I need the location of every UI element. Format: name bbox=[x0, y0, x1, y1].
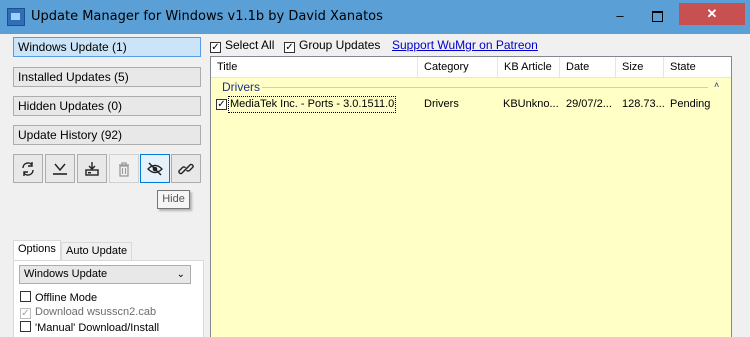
group-header-drivers[interactable]: Drivers bbox=[222, 80, 260, 94]
row-state: Pending bbox=[670, 98, 711, 110]
group-updates-label: Group Updates bbox=[299, 38, 381, 52]
install-button[interactable] bbox=[77, 154, 107, 183]
maximize-button[interactable] bbox=[642, 6, 672, 26]
title-bar[interactable]: Update Manager for Windows v1.1b by Davi… bbox=[0, 0, 750, 34]
delete-icon bbox=[119, 162, 129, 177]
column-category[interactable]: Category bbox=[418, 57, 498, 77]
row-checkbox[interactable]: ✓ bbox=[216, 99, 227, 110]
app-window: Update Manager for Windows v1.1b by Davi… bbox=[0, 0, 750, 337]
tab-auto-update[interactable]: Auto Update bbox=[61, 242, 133, 260]
patreon-link[interactable]: Support WuMgr on Patreon bbox=[392, 38, 538, 52]
offline-mode-label: Offline Mode bbox=[35, 292, 98, 304]
column-title[interactable]: Title bbox=[211, 57, 418, 77]
nav-installed-updates[interactable]: Installed Updates (5) bbox=[13, 67, 201, 87]
list-header: Title Category KB Article Date Size Stat… bbox=[211, 57, 731, 78]
row-date: 29/07/2... bbox=[566, 98, 612, 110]
app-icon bbox=[7, 8, 25, 26]
nav-hidden-updates[interactable]: Hidden Updates (0) bbox=[13, 96, 201, 116]
search-updates-button[interactable] bbox=[45, 154, 75, 183]
column-state[interactable]: State bbox=[664, 57, 731, 77]
group-updates-option[interactable]: ✓ Group Updates bbox=[284, 38, 380, 53]
refresh-button[interactable] bbox=[13, 154, 43, 183]
delete-button[interactable] bbox=[109, 154, 139, 183]
select-all-option[interactable]: ✓ Select All bbox=[210, 38, 274, 53]
close-button[interactable]: ✕ bbox=[679, 3, 745, 25]
row-size: 128.73... bbox=[622, 98, 665, 110]
select-all-checkbox[interactable]: ✓ bbox=[210, 42, 221, 53]
update-source-value: Windows Update bbox=[24, 268, 108, 280]
install-icon bbox=[85, 162, 99, 176]
link-icon bbox=[178, 163, 194, 175]
download-wsusscn2-checkbox: ✓ bbox=[20, 308, 31, 319]
download-wsusscn2-label: Download wsusscn2.cab bbox=[35, 306, 157, 318]
offline-mode-checkbox[interactable] bbox=[20, 291, 31, 302]
window-edge bbox=[732, 56, 750, 337]
row-kb-article: KBUnkno... bbox=[503, 98, 559, 110]
group-updates-checkbox[interactable]: ✓ bbox=[284, 42, 295, 53]
link-button[interactable] bbox=[171, 154, 201, 183]
tab-options[interactable]: Options bbox=[13, 240, 61, 261]
download-icon bbox=[53, 163, 67, 175]
select-all-label: Select All bbox=[225, 38, 275, 52]
refresh-icon bbox=[22, 162, 34, 176]
download-wsusscn2-option: ✓ Download wsusscn2.cab bbox=[20, 306, 156, 319]
chevron-down-icon: ⌄ bbox=[176, 269, 185, 280]
column-kb-article[interactable]: KB Article bbox=[498, 57, 560, 77]
maximize-icon bbox=[651, 11, 663, 23]
row-title: MediaTek Inc. - Ports - 3.0.1511.0 bbox=[228, 96, 397, 113]
nav-windows-update[interactable]: Windows Update (1) bbox=[13, 37, 201, 57]
offline-mode-option[interactable]: Offline Mode bbox=[20, 291, 97, 304]
row-category: Drivers bbox=[424, 98, 459, 110]
manual-download-label: 'Manual' Download/Install bbox=[35, 322, 160, 334]
update-source-select[interactable]: Windows Update ⌄ bbox=[19, 265, 191, 284]
column-date[interactable]: Date bbox=[560, 57, 616, 77]
table-row[interactable]: ✓ MediaTek Inc. - Ports - 3.0.1511.0 Dri… bbox=[212, 95, 730, 114]
minimize-button[interactable]: – bbox=[605, 6, 635, 26]
manual-download-checkbox[interactable] bbox=[20, 321, 31, 332]
hide-button[interactable] bbox=[140, 154, 170, 183]
hide-tooltip: Hide bbox=[157, 190, 190, 209]
collapse-icon[interactable]: ˄ bbox=[714, 80, 719, 90]
nav-update-history[interactable]: Update History (92) bbox=[13, 125, 201, 145]
hide-icon bbox=[147, 162, 163, 176]
group-divider bbox=[262, 87, 708, 88]
column-size[interactable]: Size bbox=[616, 57, 664, 77]
manual-download-option[interactable]: 'Manual' Download/Install bbox=[20, 321, 159, 334]
window-title: Update Manager for Windows v1.1b by Davi… bbox=[31, 9, 383, 24]
